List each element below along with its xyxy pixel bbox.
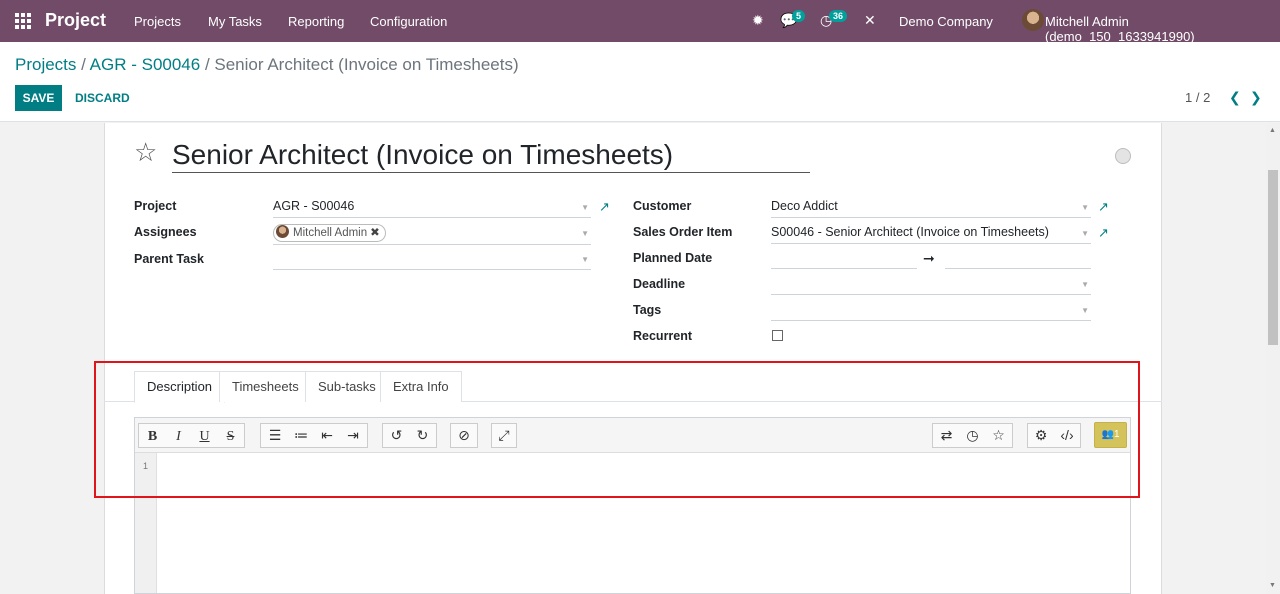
task-title-input[interactable]: Senior Architect (Invoice on Timesheets) — [172, 138, 810, 173]
recurrent-checkbox[interactable] — [772, 330, 783, 341]
tags-input[interactable]: ▼ — [771, 300, 1091, 321]
kanban-state-indicator[interactable] — [1115, 148, 1131, 164]
breadcrumb-current: Senior Architect (Invoice on Timesheets) — [214, 55, 519, 74]
scroll-down-icon[interactable]: ▼ — [1269, 582, 1276, 589]
scrollbar-thumb[interactable] — [1268, 170, 1278, 345]
external-link-icon[interactable]: ↗ — [599, 199, 610, 215]
planned-date-end-input[interactable] — [945, 248, 1091, 269]
star-icon[interactable]: ☆ — [134, 138, 157, 166]
menu-configuration[interactable]: Configuration — [370, 14, 447, 29]
avatar — [276, 225, 289, 238]
page-scrollbar[interactable]: ▲ ▼ — [1266, 123, 1280, 594]
tools-icon[interactable]: ✕ — [864, 12, 876, 29]
messages-count-badge: 5 — [792, 10, 806, 22]
top-navbar: Project Projects My Tasks Reporting Conf… — [0, 0, 1280, 44]
project-value: AGR - S00046 — [273, 199, 355, 213]
chevron-down-icon[interactable]: ▼ — [1081, 229, 1089, 238]
menu-reporting[interactable]: Reporting — [288, 14, 344, 29]
chevron-down-icon[interactable]: ▼ — [581, 255, 589, 264]
menu-my-tasks[interactable]: My Tasks — [208, 14, 262, 29]
scroll-up-icon[interactable]: ▲ — [1269, 127, 1276, 134]
menu-projects[interactable]: Projects — [134, 14, 181, 29]
arrow-right-icon: ➞ — [923, 250, 935, 266]
breadcrumb: Projects / AGR - S00046 / Senior Archite… — [15, 55, 519, 75]
pager-previous-icon[interactable]: ❮ — [1229, 89, 1241, 106]
parent-task-label: Parent Task — [134, 252, 204, 266]
breadcrumb-project[interactable]: AGR - S00046 — [90, 55, 201, 74]
customer-field[interactable]: Deco Addict ▼ — [771, 197, 1091, 218]
project-label: Project — [134, 199, 177, 213]
parent-task-field[interactable]: ▼ — [273, 249, 591, 270]
assignees-label: Assignees — [134, 225, 197, 239]
chevron-down-icon[interactable]: ▼ — [1081, 280, 1089, 289]
breadcrumb-separator: / — [200, 55, 215, 74]
user-avatar[interactable] — [1022, 9, 1044, 31]
pager-value[interactable]: 1 / 2 — [1185, 90, 1210, 105]
remove-tag-icon[interactable]: ✖ — [370, 227, 380, 239]
control-panel: Projects / AGR - S00046 / Senior Archite… — [0, 42, 1280, 122]
pager-next-icon[interactable]: ❯ — [1250, 89, 1262, 106]
assignees-field[interactable]: Mitchell Admin ✖ ▼ — [273, 223, 591, 245]
assignee-tag: Mitchell Admin ✖ — [273, 224, 386, 242]
activities-count-badge: 36 — [829, 10, 848, 22]
chevron-down-icon[interactable]: ▼ — [1081, 203, 1089, 212]
company-switcher[interactable]: Demo Company — [899, 14, 993, 29]
save-button[interactable]: SAVE — [15, 85, 62, 111]
apps-menu-icon[interactable] — [15, 13, 31, 29]
chevron-down-icon[interactable]: ▼ — [581, 203, 589, 212]
chevron-down-icon[interactable]: ▼ — [581, 229, 589, 238]
customer-value: Deco Addict — [771, 199, 838, 213]
tags-label: Tags — [633, 303, 662, 317]
highlight-annotation — [94, 361, 1140, 498]
chevron-down-icon[interactable]: ▼ — [1081, 306, 1089, 315]
project-field[interactable]: AGR - S00046 ▼ — [273, 197, 591, 218]
app-brand[interactable]: Project — [45, 10, 106, 31]
breadcrumb-projects[interactable]: Projects — [15, 55, 76, 74]
customer-label: Customer — [633, 199, 692, 213]
deadline-label: Deadline — [633, 277, 686, 291]
deadline-input[interactable]: ▼ — [771, 274, 1091, 295]
planned-date-start-input[interactable] — [771, 248, 917, 269]
bug-icon[interactable]: ✹ — [752, 12, 764, 29]
sales-order-item-field[interactable]: S00046 - Senior Architect (Invoice on Ti… — [771, 223, 1091, 244]
discard-button[interactable]: DISCARD — [75, 91, 130, 105]
user-menu[interactable]: Mitchell Admin (demo_150_1633941990) — [1045, 14, 1280, 44]
breadcrumb-separator: / — [76, 55, 90, 74]
sales-order-item-value: S00046 - Senior Architect (Invoice on Ti… — [771, 225, 1049, 239]
assignee-name: Mitchell Admin — [293, 227, 368, 239]
planned-date-label: Planned Date — [633, 251, 713, 265]
recurrent-label: Recurrent — [633, 329, 693, 343]
external-link-icon[interactable]: ↗ — [1098, 225, 1109, 241]
sales-order-item-label: Sales Order Item — [633, 225, 733, 239]
external-link-icon[interactable]: ↗ — [1098, 199, 1109, 215]
